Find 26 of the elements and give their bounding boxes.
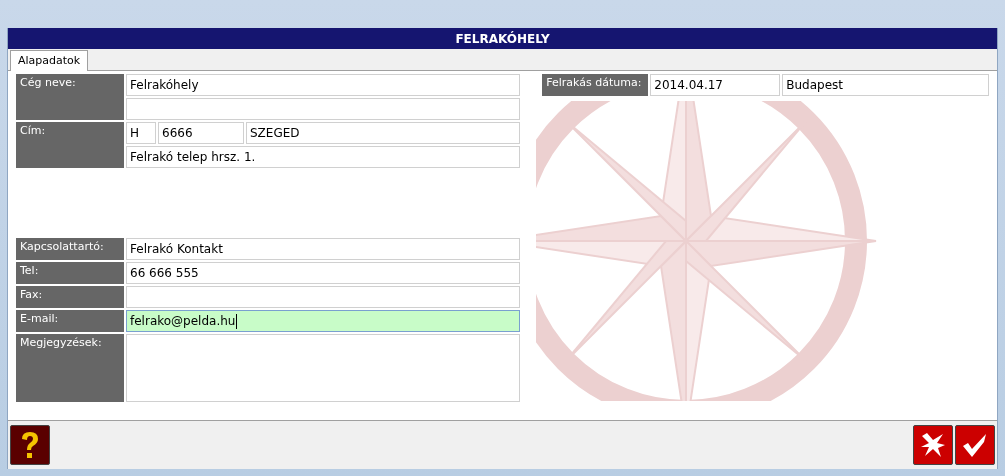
field-label: Felrakás dátuma: xyxy=(542,74,649,96)
field-label: Kapcsolattartó: xyxy=(16,238,124,260)
field-label: Cím: xyxy=(16,122,124,168)
help-button[interactable] xyxy=(10,425,50,465)
tab[interactable]: Alapadatok xyxy=(10,50,89,71)
window-title: FELRAKÓHELY xyxy=(8,28,997,49)
field-label: Tel: xyxy=(16,262,124,284)
input-field[interactable]: Felrakó Kontakt xyxy=(126,238,521,260)
input-field[interactable]: 6666 xyxy=(158,122,244,144)
field-label: Cég neve: xyxy=(16,74,124,120)
input-field[interactable]: Felrakó telep hrsz. 1. xyxy=(126,146,521,168)
input-field[interactable] xyxy=(126,286,521,308)
field-label: Megjegyzések: xyxy=(16,334,124,402)
cancel-button[interactable] xyxy=(913,425,953,465)
input-field[interactable]: Budapest xyxy=(782,74,989,96)
ok-button[interactable] xyxy=(955,425,995,465)
input-field[interactable]: felrako@pelda.hu xyxy=(126,310,521,332)
input-field[interactable]: Felrakóhely xyxy=(126,74,521,96)
input-field[interactable]: 66 666 555 xyxy=(126,262,521,284)
field-label: E-mail: xyxy=(16,310,124,332)
input-field[interactable]: 2014.04.17 xyxy=(650,74,781,96)
input-field[interactable]: H xyxy=(126,122,156,144)
input-field[interactable] xyxy=(126,98,521,120)
notes-field[interactable] xyxy=(126,334,521,402)
field-label: Fax: xyxy=(16,286,124,308)
input-field[interactable]: SZEGED xyxy=(246,122,521,144)
